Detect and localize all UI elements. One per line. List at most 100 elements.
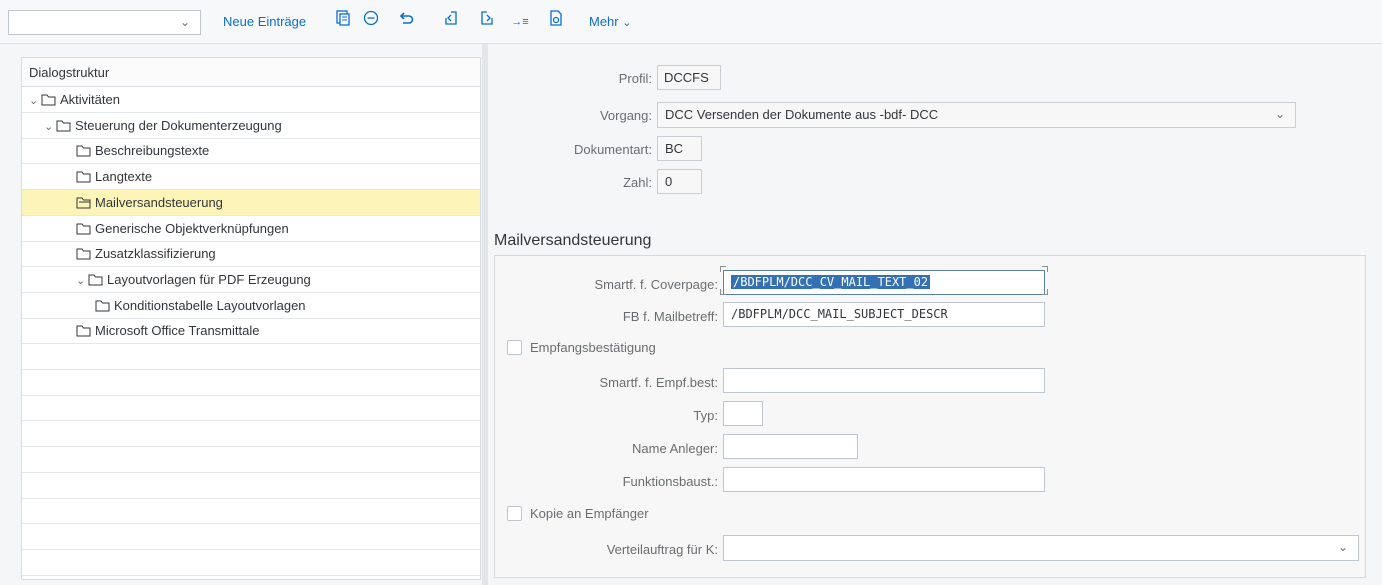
coverpage-label: Smartf. f. Coverpage: xyxy=(594,277,718,292)
profil-field[interactable]: DCCFS xyxy=(657,65,721,90)
kopie-label: Kopie an Empfänger xyxy=(530,506,649,521)
chevron-down-icon: ⌄ xyxy=(1337,540,1348,554)
tree-node: Microsoft Office Transmittale xyxy=(76,322,259,340)
chevron-down-icon: ⌄ xyxy=(179,15,190,29)
verteilauftrag-select[interactable]: ⌄ xyxy=(723,535,1359,561)
name-anleger-input[interactable] xyxy=(723,434,858,459)
profil-label: Profil: xyxy=(618,71,652,86)
tree-row xyxy=(22,524,480,550)
tree-row[interactable]: Beschreibungstexte xyxy=(22,138,480,165)
chevron-down-icon[interactable]: ⌄ xyxy=(44,118,56,136)
delete-icon[interactable] xyxy=(360,10,382,34)
tree-node: Konditionstabelle Layoutvorlagen xyxy=(95,297,306,315)
coverpage-value: /BDFPLM/DCC_CV_MAIL_TEXT_02 xyxy=(731,275,931,289)
tree-node: Beschreibungstexte xyxy=(76,142,209,160)
folder-icon xyxy=(88,274,104,286)
goto-icon[interactable]: →≡ xyxy=(509,10,531,34)
focus-corner xyxy=(720,289,726,295)
toolbar: ⌄ Neue Einträge →≡ Mehr ⌄ xyxy=(0,0,1382,44)
dialog-structure-panel: Dialogstruktur ⌄ Aktivitäten ⌄ Steuerung de… xyxy=(21,57,481,580)
tree-node-label: Microsoft Office Transmittale xyxy=(95,323,260,339)
tree-node-label: Layoutvorlagen für PDF Erzeugung xyxy=(107,271,311,287)
tree-row xyxy=(22,370,480,396)
tree-node-label: Zusatzklassifizierung xyxy=(95,246,216,262)
copy-icon[interactable] xyxy=(332,10,354,34)
tree-row[interactable]: ⌄ Layoutvorlagen für PDF Erzeugung xyxy=(22,267,480,293)
focus-corner xyxy=(1042,289,1048,295)
tree-node: Zusatzklassifizierung xyxy=(76,245,216,263)
next-entry-icon[interactable] xyxy=(476,10,498,34)
tree-node: Generische Objektverknüpfungen xyxy=(76,220,289,238)
tree-row[interactable]: Microsoft Office Transmittale xyxy=(22,318,480,345)
folder-icon xyxy=(76,248,92,260)
funktionsbaust-input[interactable] xyxy=(723,467,1045,492)
tree-node-label: Mailversandsteuerung xyxy=(95,194,223,210)
empf-best-label: Smartf. f. Empf.best: xyxy=(599,375,718,390)
view-select[interactable]: ⌄ xyxy=(8,10,201,35)
tree-node: ⌄ Aktivitäten xyxy=(29,91,120,109)
tree-node-label: Generische Objektverknüpfungen xyxy=(95,220,289,236)
undo-icon[interactable] xyxy=(395,10,417,34)
new-entries-button[interactable]: Neue Einträge xyxy=(223,11,306,33)
tree-row xyxy=(22,421,480,448)
mailbetreff-input[interactable]: /BDFPLM/DCC_MAIL_SUBJECT_DESCR xyxy=(723,302,1045,327)
tree-row[interactable]: Konditionstabelle Layoutvorlagen xyxy=(22,293,480,319)
name-anleger-label: Name Anleger: xyxy=(632,441,718,456)
zahl-field[interactable]: 0 xyxy=(657,169,702,194)
dialog-structure-title: Dialogstruktur xyxy=(29,65,110,80)
empfangsbestaetigung-checkbox[interactable] xyxy=(507,340,522,355)
tree-row xyxy=(22,395,480,422)
tree-node-label: Langtexte xyxy=(95,169,153,185)
folder-icon xyxy=(95,300,111,312)
mailbetreff-label: FB f. Mailbetreff: xyxy=(622,309,718,324)
focus-corner xyxy=(720,266,726,272)
tree-node-label: Konditionstabelle Layoutvorlagen xyxy=(114,297,306,313)
zahl-label: Zahl: xyxy=(623,175,652,190)
dialog-structure-header: Dialogstruktur xyxy=(22,58,480,87)
empfangsbestaetigung-label: Empfangsbestätigung xyxy=(530,340,656,355)
empf-best-input[interactable] xyxy=(723,368,1045,393)
tree-node: Langtexte xyxy=(76,168,152,186)
previous-entry-icon[interactable] xyxy=(440,10,462,34)
tree-node-label: Aktivitäten xyxy=(60,92,120,107)
chevron-down-icon[interactable]: ⌄ xyxy=(76,272,88,290)
tree-node-label: Beschreibungstexte xyxy=(95,143,210,159)
folder-icon xyxy=(76,223,92,235)
select-icon[interactable] xyxy=(545,10,567,34)
coverpage-input[interactable]: /BDFPLM/DCC_CV_MAIL_TEXT_02 xyxy=(723,270,1045,295)
tree-row xyxy=(22,498,480,525)
more-button[interactable]: Mehr ⌄ xyxy=(589,11,631,33)
tree-row[interactable]: Zusatzklassifizierung xyxy=(22,241,480,268)
tree-row[interactable]: Langtexte xyxy=(22,164,480,191)
tree-row[interactable]: ⌄ Steuerung der Dokumenterzeugung xyxy=(22,113,480,139)
tree-row xyxy=(22,473,480,499)
focus-corner xyxy=(1042,266,1048,272)
more-label: Mehr xyxy=(589,14,619,29)
folder-icon xyxy=(56,120,72,132)
tree-node: ⌄ Layoutvorlagen für PDF Erzeugung xyxy=(76,271,311,289)
tree-row[interactable]: Mailversandsteuerung xyxy=(22,189,480,216)
tree-row[interactable]: ⌄ Aktivitäten xyxy=(22,87,480,113)
folder-icon xyxy=(76,325,92,337)
kopie-checkbox[interactable] xyxy=(507,506,522,521)
vorgang-select[interactable]: DCC Versenden der Dokumente aus -bdf- DC… xyxy=(657,102,1296,128)
vorgang-value: DCC Versenden der Dokumente aus -bdf- DC… xyxy=(665,107,939,122)
chevron-down-icon: ⌄ xyxy=(622,17,632,29)
tree-node: Mailversandsteuerung xyxy=(76,194,223,212)
panel-splitter[interactable] xyxy=(482,44,488,585)
verteilauftrag-label: Verteilauftrag für K: xyxy=(606,542,718,557)
funktionsbaust-label: Funktionsbaust.: xyxy=(622,474,718,489)
typ-label: Typ: xyxy=(693,408,718,423)
tree-row xyxy=(22,550,480,576)
tree-row[interactable]: Generische Objektverknüpfungen xyxy=(22,216,480,242)
vorgang-label: Vorgang: xyxy=(599,108,652,123)
section-title: Mailversandsteuerung xyxy=(494,232,652,249)
dokumentart-field[interactable]: BC xyxy=(657,136,702,161)
tree-row xyxy=(22,344,480,370)
folder-icon xyxy=(76,145,92,157)
folder-icon xyxy=(76,197,92,209)
chevron-down-icon[interactable]: ⌄ xyxy=(29,92,41,110)
typ-input[interactable] xyxy=(723,401,763,426)
folder-icon xyxy=(76,171,92,183)
tree-node: ⌄ Steuerung der Dokumenterzeugung xyxy=(44,117,282,135)
